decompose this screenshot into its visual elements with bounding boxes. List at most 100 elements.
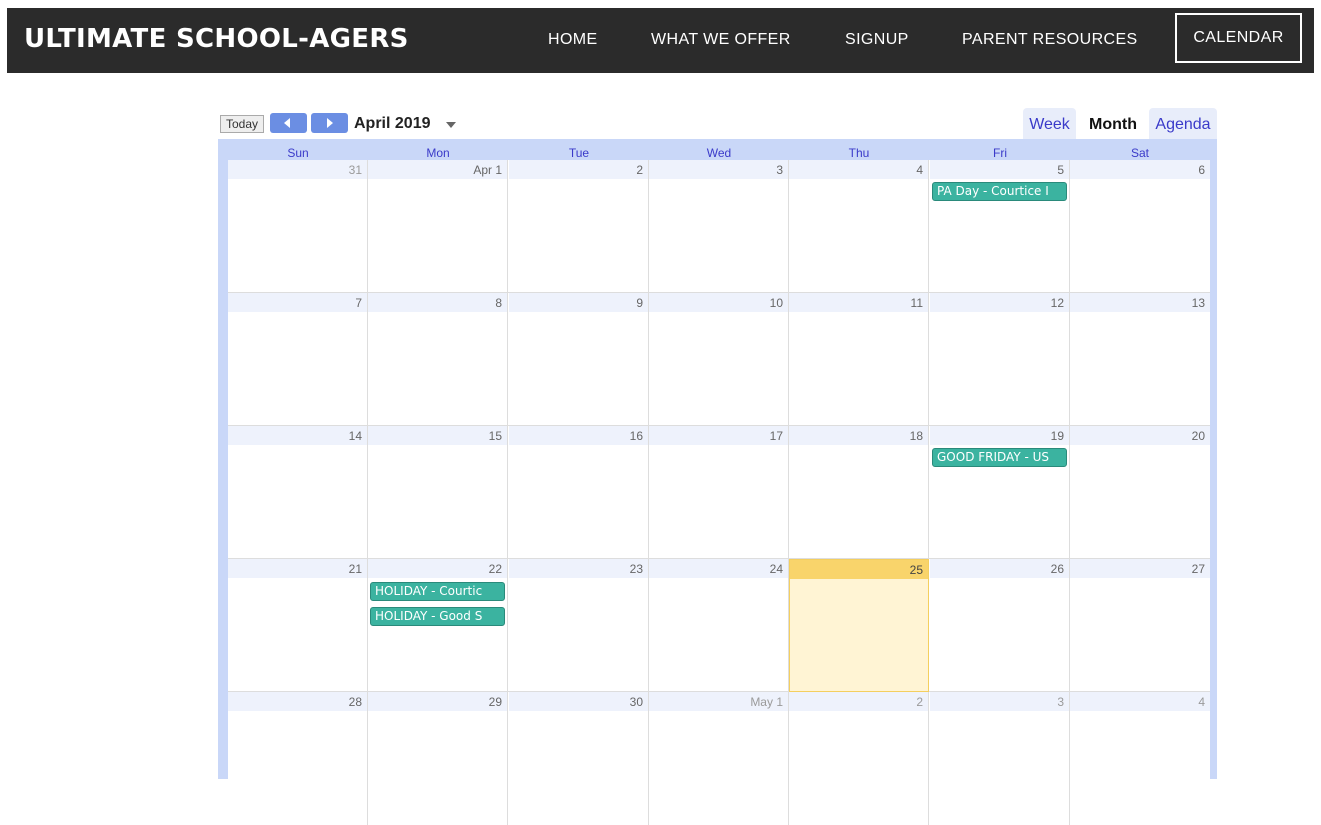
day-cell[interactable]: 12 — [930, 293, 1070, 426]
day-number: 9 — [636, 296, 643, 310]
day-cell[interactable]: 11 — [789, 293, 929, 426]
day-cell[interactable]: 23 — [509, 559, 649, 692]
day-number: 28 — [348, 695, 362, 709]
day-number: Apr 1 — [473, 163, 502, 177]
month-grid: 31 Apr 1 2 3 4 5 PA Day - Courtice I 6 7… — [228, 160, 1210, 825]
weekday-header: Sat — [1130, 146, 1149, 160]
day-cell[interactable]: Apr 1 — [368, 160, 508, 293]
day-number: 4 — [916, 163, 923, 177]
week-row: 14 15 16 17 18 19 GOOD FRIDAY - US 20 — [228, 426, 1210, 559]
nav-calendar[interactable]: CALENDAR — [1175, 13, 1302, 63]
day-cell[interactable]: 20 — [1070, 426, 1210, 559]
day-cell[interactable]: May 1 — [649, 692, 789, 825]
day-number: May 1 — [750, 695, 783, 709]
day-cell[interactable]: 16 — [509, 426, 649, 559]
day-cell[interactable]: 15 — [368, 426, 508, 559]
nav-parent-resources[interactable]: PARENT RESOURCES — [962, 8, 1138, 73]
event-chip[interactable]: HOLIDAY - Courtic — [370, 582, 505, 601]
day-number: 5 — [1057, 163, 1064, 177]
weekday-header: Mon — [426, 146, 450, 160]
day-cell[interactable]: 2 — [509, 160, 649, 293]
event-chip[interactable]: PA Day - Courtice I — [932, 182, 1067, 201]
day-number: 25 — [909, 563, 923, 577]
day-number: 11 — [910, 296, 923, 310]
tab-week[interactable]: Week — [1023, 108, 1076, 140]
day-number: 8 — [495, 296, 502, 310]
day-cell[interactable]: 27 — [1070, 559, 1210, 692]
top-navbar: ULTIMATE SCHOOL-AGERS HOME WHAT WE OFFER… — [7, 8, 1314, 73]
chevron-left-icon — [284, 118, 290, 128]
week-row: 31 Apr 1 2 3 4 5 PA Day - Courtice I 6 — [228, 160, 1210, 293]
site-brand[interactable]: ULTIMATE SCHOOL-AGERS — [24, 8, 409, 73]
day-number: 15 — [488, 429, 502, 443]
day-cell[interactable]: 14 — [228, 426, 368, 559]
day-number: 4 — [1198, 695, 1205, 709]
day-cell[interactable]: 26 — [930, 559, 1070, 692]
week-row: 21 22 HOLIDAY - Courtic HOLIDAY - Good S… — [228, 559, 1210, 692]
day-number: 30 — [629, 695, 643, 709]
today-button[interactable]: Today — [220, 115, 264, 133]
day-number: 6 — [1198, 163, 1205, 177]
day-number: 12 — [1050, 296, 1064, 310]
day-number: 21 — [348, 562, 362, 576]
day-cell[interactable]: 28 — [228, 692, 368, 825]
day-cell[interactable]: 4 — [789, 160, 929, 293]
week-row: 28 29 30 May 1 2 3 4 — [228, 692, 1210, 825]
weekday-header: Fri — [993, 146, 1007, 160]
month-title[interactable]: April 2019 — [354, 114, 430, 134]
day-number: 2 — [636, 163, 643, 177]
day-number: 26 — [1050, 562, 1064, 576]
day-cell[interactable]: 22 HOLIDAY - Courtic HOLIDAY - Good S — [368, 559, 508, 692]
day-number: 3 — [1057, 695, 1064, 709]
day-cell[interactable]: 6 — [1070, 160, 1210, 293]
event-chip[interactable]: GOOD FRIDAY - US — [932, 448, 1067, 467]
weekday-header: Thu — [848, 146, 870, 160]
day-cell[interactable]: 19 GOOD FRIDAY - US — [930, 426, 1070, 559]
day-cell[interactable]: 30 — [509, 692, 649, 825]
nav-signup[interactable]: SIGNUP — [845, 8, 909, 73]
day-cell[interactable]: 3 — [930, 692, 1070, 825]
day-cell[interactable]: 18 — [789, 426, 929, 559]
day-cell[interactable]: 17 — [649, 426, 789, 559]
tab-agenda[interactable]: Agenda — [1149, 108, 1217, 140]
chevron-right-icon — [327, 118, 333, 128]
day-number: 22 — [488, 562, 502, 576]
day-cell[interactable]: 2 — [789, 692, 929, 825]
day-cell[interactable]: 7 — [228, 293, 368, 426]
day-number: 29 — [488, 695, 502, 709]
day-number: 31 — [348, 163, 362, 177]
tab-month[interactable]: Month — [1082, 108, 1144, 140]
day-number: 14 — [348, 429, 362, 443]
day-cell[interactable]: 8 — [368, 293, 508, 426]
day-number: 3 — [776, 163, 783, 177]
day-cell-today[interactable]: 25 — [789, 559, 929, 692]
day-cell[interactable]: 9 — [509, 293, 649, 426]
day-number: 20 — [1191, 429, 1205, 443]
day-number: 24 — [769, 562, 783, 576]
day-number: 2 — [916, 695, 923, 709]
day-cell[interactable]: 21 — [228, 559, 368, 692]
prev-month-button[interactable] — [270, 113, 307, 133]
day-number: 18 — [909, 429, 923, 443]
day-cell[interactable]: 4 — [1070, 692, 1210, 825]
day-number: 27 — [1191, 562, 1205, 576]
caret-down-icon[interactable] — [446, 122, 456, 128]
day-number: 10 — [769, 296, 783, 310]
nav-home[interactable]: HOME — [548, 8, 598, 73]
weekday-header: Sun — [287, 146, 309, 160]
day-number: 23 — [629, 562, 643, 576]
day-cell[interactable]: 3 — [649, 160, 789, 293]
day-number: 19 — [1050, 429, 1064, 443]
day-number: 17 — [769, 429, 783, 443]
day-cell[interactable]: 31 — [228, 160, 368, 293]
day-number: 13 — [1191, 296, 1205, 310]
event-chip[interactable]: HOLIDAY - Good S — [370, 607, 505, 626]
day-cell[interactable]: 10 — [649, 293, 789, 426]
next-month-button[interactable] — [311, 113, 348, 133]
day-cell[interactable]: 24 — [649, 559, 789, 692]
day-cell[interactable]: 13 — [1070, 293, 1210, 426]
day-cell[interactable]: 29 — [368, 692, 508, 825]
weekday-header: Tue — [568, 146, 590, 160]
nav-what-we-offer[interactable]: WHAT WE OFFER — [651, 8, 791, 73]
day-cell[interactable]: 5 PA Day - Courtice I — [930, 160, 1070, 293]
